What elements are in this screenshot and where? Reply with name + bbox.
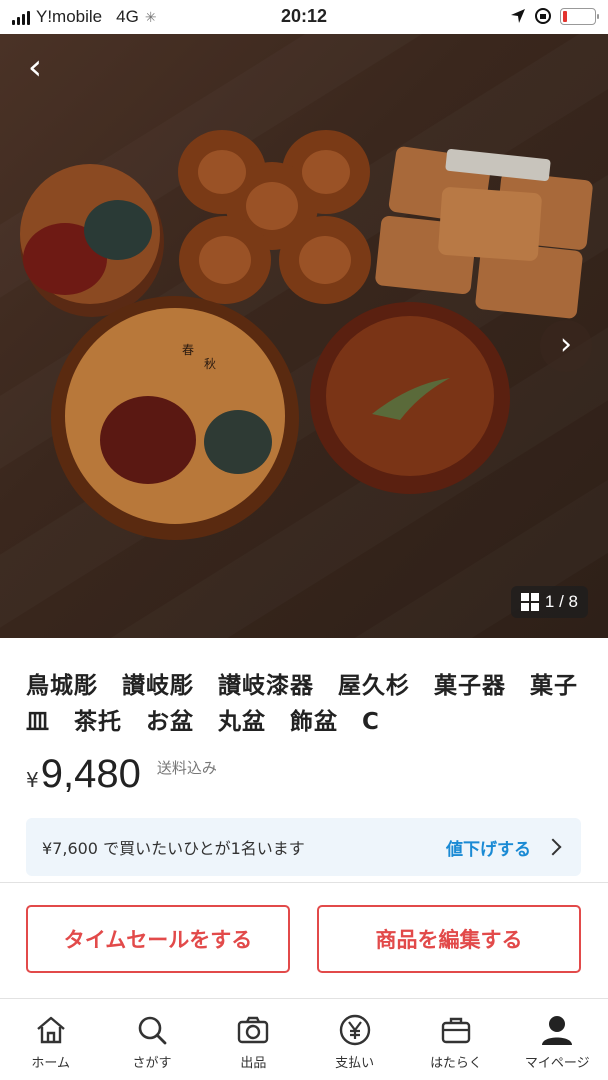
location-icon (511, 9, 525, 23)
product-image-gallery[interactable]: 春 秋 ‹ › 1 / 8 (0, 34, 608, 638)
tab-work[interactable]: はたらく (405, 1000, 506, 1080)
price-row: ¥ 9,480 送料込み (26, 752, 217, 797)
status-right (510, 7, 599, 25)
next-image-button[interactable]: › (540, 320, 592, 372)
tab-label-home: ホーム (31, 1056, 70, 1071)
person-icon (539, 1012, 575, 1048)
back-button[interactable]: ‹ (18, 50, 52, 86)
price-value: 9,480 (40, 752, 141, 796)
chevron-right-icon (544, 838, 562, 856)
grid-icon (520, 593, 539, 611)
yen-icon (337, 1012, 373, 1048)
tab-label-sell: 出品 (240, 1056, 267, 1071)
time-sale-button[interactable]: タイムセールをする (26, 905, 290, 973)
tab-label-search: さがす (132, 1056, 172, 1071)
image-counter[interactable]: 1 / 8 (510, 586, 588, 618)
image-counter-text: 1 / 8 (544, 592, 578, 611)
battery-icon (560, 7, 599, 25)
svg-text:春: 春 (182, 343, 194, 357)
offer-text: ¥7,600 で買いたいひとが1名います (42, 839, 305, 858)
tab-mypage[interactable]: マイページ (507, 1000, 608, 1080)
orientation-lock-icon (535, 8, 551, 24)
tab-label-payment: 支払い (335, 1056, 375, 1071)
tab-home[interactable]: ホーム (0, 1000, 101, 1080)
divider (0, 998, 608, 999)
briefcase-icon (438, 1012, 474, 1048)
svg-text:秋: 秋 (204, 357, 216, 371)
search-icon (134, 1012, 170, 1048)
tab-label-work: はたらく (430, 1056, 482, 1071)
tab-label-mypage: マイページ (524, 1056, 590, 1071)
price-offer-banner[interactable]: ¥7,600 で買いたいひとが1名います 値下げする (26, 818, 581, 876)
item-title: 鳥城彫 讃岐彫 讃岐漆器 屋久杉 菓子器 菓子皿 茶托 お盆 丸盆 飾盆 C (26, 673, 578, 735)
camera-icon (235, 1012, 271, 1048)
tab-payment[interactable]: 支払い (304, 1000, 405, 1080)
product-photo: 春 秋 (20, 130, 593, 540)
status-bar: Y!mobile 4G ✳ 20:12 (0, 0, 608, 34)
shipping-label: 送料込み (156, 759, 217, 777)
tab-bar: ホーム さがす 出品 支払い はたらく マイページ (0, 1000, 608, 1080)
edit-item-button[interactable]: 商品を編集する (317, 905, 581, 973)
currency-symbol: ¥ (26, 768, 39, 792)
divider (0, 882, 608, 883)
tab-search[interactable]: さがす (101, 1000, 202, 1080)
tab-sell[interactable]: 出品 (203, 1000, 304, 1080)
home-icon (33, 1012, 69, 1048)
lower-price-link[interactable]: 値下げする (446, 835, 531, 860)
